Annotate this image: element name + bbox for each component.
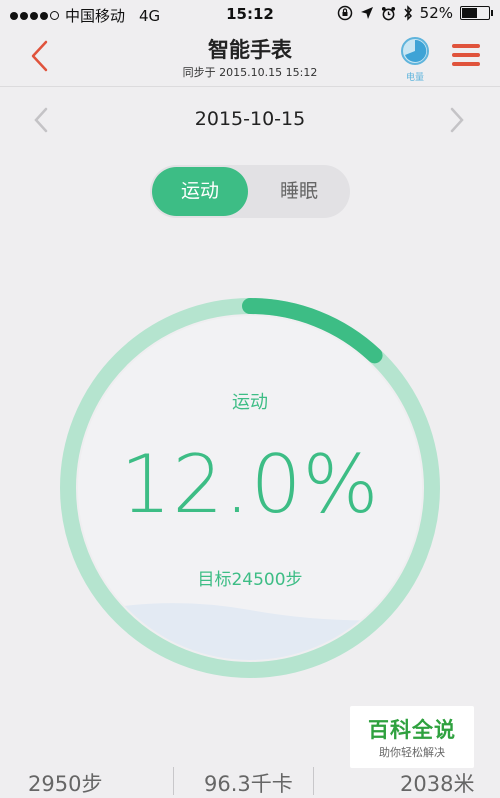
calories-stat: 96.3千卡 — [204, 772, 293, 796]
location-arrow-icon — [360, 7, 373, 19]
battery-percent: 52% — [419, 4, 453, 22]
menu-bar-icon — [452, 62, 480, 66]
tab-exercise[interactable]: 运动 — [152, 167, 248, 216]
chevron-right-icon — [450, 107, 464, 133]
progress-percent: 12.0% — [120, 438, 380, 531]
status-right: 52% — [337, 4, 493, 22]
distance-stat: 2038米 — [400, 772, 475, 796]
menu-bar-icon — [452, 53, 480, 57]
menu-bar-icon — [452, 44, 480, 48]
watermark-subtitle: 助你轻松解决 — [379, 746, 445, 759]
battery-icon — [460, 6, 493, 20]
next-day-button[interactable] — [446, 106, 468, 134]
status-bar: 中国移动 4G 15:12 52% — [0, 0, 500, 30]
ring-label: 运动 — [232, 392, 268, 413]
power-label: 电量 — [405, 73, 424, 83]
steps-stat: 2950步 — [28, 772, 103, 796]
watermark: 百科全说 助你轻松解决 — [350, 706, 474, 768]
bluetooth-icon — [404, 5, 412, 21]
power-gauge-icon — [401, 37, 429, 65]
watermark-title: 百科全说 — [368, 718, 456, 742]
alarm-icon — [381, 6, 395, 20]
mode-toggle: 运动 睡眠 — [150, 165, 350, 218]
nav-header: 智能手表 同步于 2015.10.15 15:12 电量 — [0, 30, 500, 87]
menu-button[interactable] — [452, 44, 480, 68]
step-goal: 目标24500步 — [197, 570, 303, 590]
tab-sleep[interactable]: 睡眠 — [250, 167, 348, 216]
battery-level-button[interactable]: 电量 — [399, 34, 431, 83]
current-date: 2015-10-15 — [194, 108, 306, 130]
rotation-lock-icon — [337, 5, 352, 21]
